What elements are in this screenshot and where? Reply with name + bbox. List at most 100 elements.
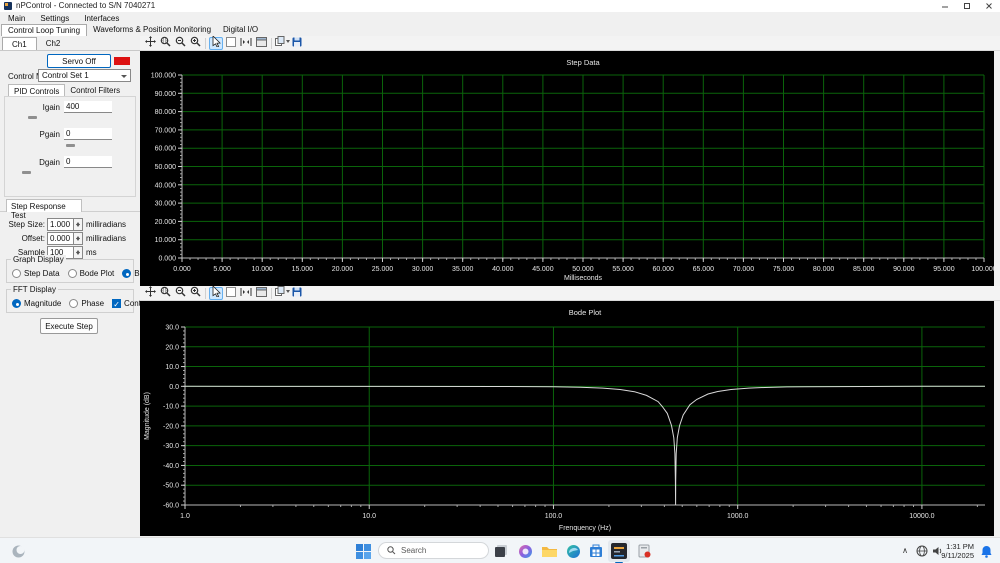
save-plot-tool[interactable] [290, 287, 304, 300]
y-tick-label: -50.0 [163, 483, 179, 490]
y-tick-label: 0.0 [169, 384, 179, 391]
execute-step-button[interactable]: Execute Step [40, 318, 98, 334]
fit-horizontal-tool[interactable] [239, 37, 253, 50]
graph-display-group: Graph Display Step DataBode PlotBoth [6, 255, 151, 283]
copilot-icon[interactable] [517, 543, 533, 559]
plot-properties-tool[interactable] [254, 37, 268, 50]
annotation-box-tool[interactable] [224, 287, 238, 300]
tray-chevron-up-icon[interactable]: ∧ [902, 546, 908, 555]
zoom-region-tool-icon [160, 284, 171, 302]
pinned-app-icon[interactable] [636, 543, 652, 559]
fit-horizontal-tool-icon [240, 34, 252, 52]
microsoft-store-icon[interactable] [588, 543, 604, 559]
zoom-out-tool[interactable] [173, 286, 187, 300]
window-title: nPControl - Connected to S/N 7040271 [16, 1, 156, 10]
cursor-tool[interactable] [209, 285, 223, 300]
search-box[interactable]: Search [378, 542, 489, 559]
spinner-0[interactable] [74, 218, 83, 231]
y-tick-label: 10.0 [165, 364, 179, 371]
plot-properties-tool[interactable] [254, 287, 268, 300]
copy-plot-tool[interactable] [274, 36, 290, 50]
gain-label-pgain: Pgain [39, 130, 60, 139]
field-input-offset-[interactable] [47, 232, 74, 245]
menu-bar: Main Settings Interfaces [0, 12, 1000, 24]
fit-horizontal-tool-icon [240, 284, 252, 302]
gain-input-igain[interactable] [64, 101, 112, 113]
plot-title: Bode Plot [569, 308, 602, 317]
x-axis-label: Frenquency (Hz) [559, 525, 611, 532]
radio-magnitude[interactable] [12, 299, 21, 308]
gain-slider-igain[interactable] [28, 116, 37, 119]
radio-step-data[interactable] [12, 269, 21, 278]
window-titlebar: nPControl - Connected to S/N 7040271 [0, 0, 1000, 12]
x-tick-label: 60.000 [652, 266, 674, 273]
channel-tab-ch1[interactable]: Ch1 [2, 37, 37, 50]
plot-properties-tool-icon [255, 284, 267, 302]
control-mode-select[interactable]: Control Set 1 [38, 69, 131, 82]
close-icon [986, 3, 992, 9]
spinner-2[interactable] [74, 246, 83, 259]
y-tick-label: 10.000 [155, 237, 177, 244]
radio-bode-plot[interactable] [67, 269, 77, 278]
checkbox-control-filter[interactable]: ✓ [112, 299, 122, 309]
notification-bell-icon[interactable] [978, 543, 994, 559]
x-tick-label: 90.000 [893, 266, 915, 273]
x-tick-label: 10000.0 [909, 513, 934, 520]
menu-item-interfaces[interactable]: Interfaces [84, 14, 119, 23]
radio-both[interactable] [122, 269, 132, 278]
minimize-button[interactable] [936, 0, 954, 12]
channel-panel: Servo Off Control Mode: Control Set 1 PI… [0, 50, 170, 537]
field-input-step-size-[interactable] [47, 218, 74, 231]
channel-tab-ch2[interactable]: Ch2 [37, 37, 70, 50]
y-tick-label: -20.0 [163, 423, 179, 430]
servo-button[interactable]: Servo Off [47, 54, 111, 68]
cursor-tool[interactable] [209, 34, 223, 52]
pan-tool[interactable] [143, 284, 157, 302]
cursor-tool-icon [212, 34, 221, 52]
gain-slider-dgain[interactable] [22, 171, 31, 174]
x-tick-label: 45.000 [532, 266, 554, 273]
zoom-out-tool[interactable] [173, 34, 187, 52]
gain-input-dgain[interactable] [64, 156, 112, 168]
tab-control-loop-tuning[interactable]: Control Loop Tuning [1, 24, 88, 36]
close-button[interactable] [980, 0, 998, 12]
tray-time: 1:31 PM [946, 542, 974, 551]
zoom-in-tool[interactable] [188, 36, 202, 50]
menu-item-settings[interactable]: Settings [40, 14, 69, 23]
edge-browser-icon[interactable] [565, 543, 581, 559]
maximize-button[interactable] [958, 0, 976, 12]
gain-input-pgain[interactable] [64, 128, 112, 140]
step-data-plot[interactable]: 0.000 5.000 10.000 15.000 20.000 25.000 30.000… [140, 51, 994, 286]
copy-plot-tool[interactable] [274, 286, 290, 300]
file-explorer-icon[interactable] [541, 543, 557, 559]
x-tick-label: 100.0 [545, 513, 563, 520]
zoom-region-tool[interactable] [158, 36, 172, 50]
control-mode-value: Control Set 1 [42, 71, 89, 80]
tray-clock[interactable]: 1:31 PM 9/11/2025 [941, 542, 974, 560]
annotation-box-tool[interactable] [224, 37, 238, 50]
tray-network-icon[interactable] [915, 543, 928, 559]
pan-tool[interactable] [143, 36, 157, 50]
x-tick-label: 5.000 [213, 266, 231, 273]
plot1-toolbar [140, 34, 1000, 52]
y-tick-label: 30.0 [165, 325, 179, 332]
npcontrol-taskbar-button[interactable] [608, 540, 630, 563]
desktop: nPControl - Connected to S/N 7040271 Mai… [0, 0, 1000, 563]
spinner-1[interactable] [74, 232, 83, 245]
y-tick-label: 100.000 [151, 73, 176, 80]
widgets-weather-icon[interactable] [10, 543, 26, 559]
radio-phase[interactable] [69, 299, 79, 308]
fit-horizontal-tool[interactable] [239, 287, 253, 300]
radio-label-bode-plot: Bode Plot [79, 269, 115, 278]
zoom-in-tool[interactable] [188, 284, 202, 302]
zoom-out-tool-icon [175, 34, 186, 52]
menu-item-main[interactable]: Main [8, 14, 25, 23]
zoom-region-tool[interactable] [158, 284, 172, 302]
start-button[interactable] [355, 543, 371, 559]
task-view-icon[interactable] [493, 543, 509, 559]
save-plot-tool[interactable] [290, 37, 304, 50]
bode-plot[interactable]: 1.0 10.0 100.0 1000.0 10000.0 30.0 20.0 10.0 0.0… [140, 301, 994, 536]
zoom-in-tool-icon [190, 284, 201, 302]
gain-slider-pgain[interactable] [66, 144, 75, 147]
pan-tool-icon [144, 284, 156, 302]
